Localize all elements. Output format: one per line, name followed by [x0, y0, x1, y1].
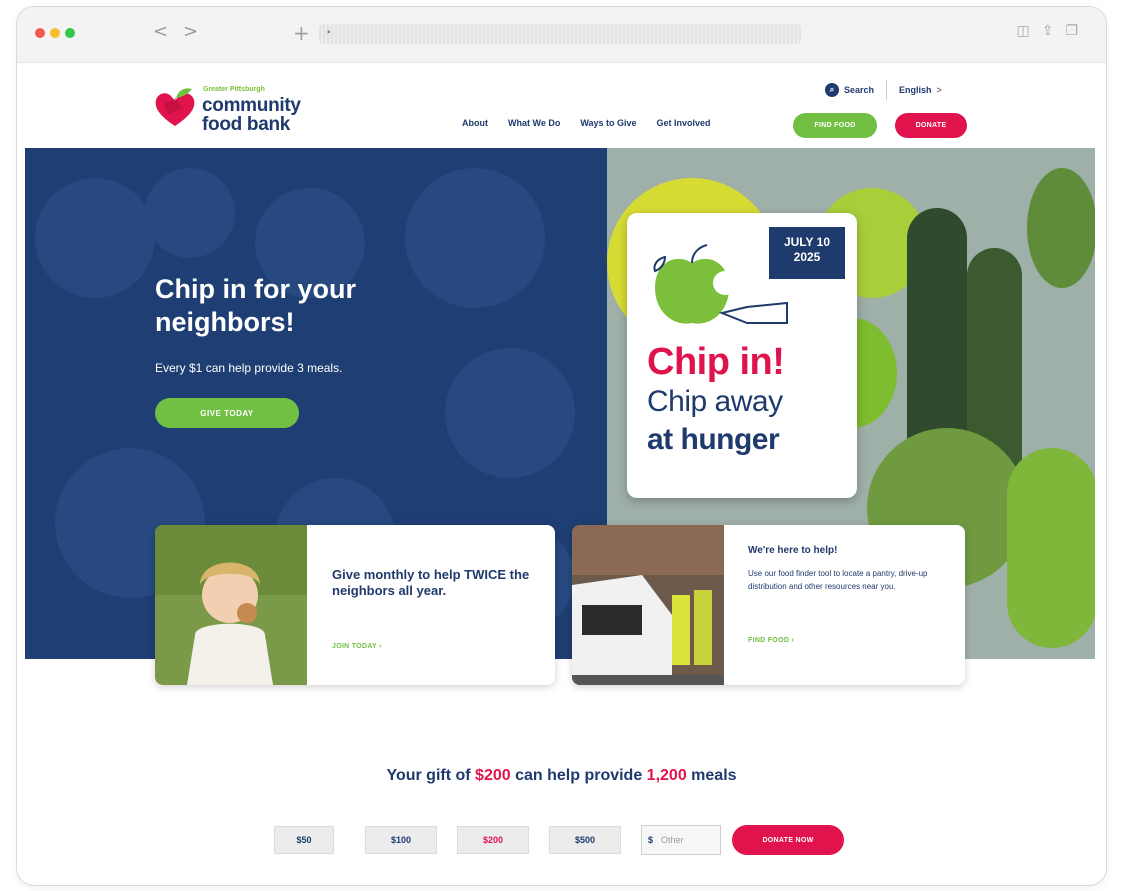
- hand-icon: [718, 301, 788, 324]
- close-window-button[interactable]: [35, 28, 45, 38]
- gift-meals: 1,200: [646, 767, 687, 784]
- tabs-icon[interactable]: ❐: [1065, 23, 1078, 39]
- gift-amount: $200: [475, 767, 511, 784]
- other-amount-placeholder: Other: [661, 835, 684, 845]
- join-today-link[interactable]: JOIN TODAY ›: [332, 643, 382, 650]
- currency-symbol: $: [648, 835, 654, 845]
- give-today-button[interactable]: GIVE TODAY: [155, 398, 299, 428]
- event-date-line-2: 2025: [793, 250, 821, 264]
- chevron-right-icon: >: [936, 85, 942, 95]
- share-icon[interactable]: ⇪: [1042, 23, 1054, 39]
- promo-headline: Chip in!: [647, 341, 785, 383]
- amount-100-button[interactable]: $100: [365, 826, 437, 854]
- card-text: Give monthly to help TWICE the neighbors…: [332, 567, 530, 598]
- food-finder-card: We're here to help! Use our food finder …: [572, 525, 965, 685]
- language-selector[interactable]: English: [899, 85, 932, 95]
- find-food-button[interactable]: FIND FOOD: [793, 113, 877, 138]
- main-nav: About What We Do Ways to Give Get Involv…: [462, 118, 731, 128]
- child-photo: [155, 525, 307, 685]
- new-tab-icon[interactable]: +: [293, 21, 310, 45]
- produce-shape: [445, 348, 575, 478]
- nav-about[interactable]: About: [462, 118, 488, 128]
- card-title: We're here to help!: [748, 545, 838, 556]
- event-date-badge: JULY 10 2025: [769, 227, 845, 279]
- event-date-line-1: JULY 10: [783, 235, 831, 249]
- distribution-photo: [572, 525, 724, 685]
- promo-line-3: at hunger: [647, 423, 780, 456]
- donate-button[interactable]: DONATE: [895, 113, 967, 138]
- find-food-link[interactable]: FIND FOOD ›: [748, 637, 794, 644]
- amount-500-button[interactable]: $500: [549, 826, 621, 854]
- browser-window: < > + ▪ ◫ ⇪ ❐ Greater Pittsburgh communi…: [16, 6, 1107, 886]
- logo-region: Greater Pittsburgh: [203, 86, 265, 93]
- heart-apple-logo-icon: [155, 88, 195, 126]
- sidebar-icon[interactable]: ◫: [1016, 23, 1029, 39]
- maximize-window-button[interactable]: [65, 28, 75, 38]
- card-description: Use our food finder tool to locate a pan…: [748, 569, 928, 591]
- logo-line-2: food bank: [202, 114, 291, 135]
- lock-icon: ▪: [327, 27, 331, 38]
- hero-title-line-2: neighbors!: [155, 307, 295, 337]
- nav-ways-to-give[interactable]: Ways to Give: [580, 118, 636, 128]
- gift-text-mid: can help provide: [510, 767, 647, 784]
- logo[interactable]: Greater Pittsburgh community food bank: [152, 78, 332, 138]
- produce-shape: [35, 178, 155, 298]
- nav-get-involved[interactable]: Get Involved: [657, 118, 711, 128]
- site-header: Greater Pittsburgh community food bank ⌕…: [17, 63, 1106, 153]
- promo-line-2: Chip away: [647, 385, 783, 418]
- search-icon[interactable]: ⌕: [825, 83, 839, 97]
- hero-title: Chip in for your neighbors!: [155, 273, 356, 339]
- gift-text-pre: Your gift of: [386, 767, 476, 784]
- pepper-shape: [1007, 448, 1095, 648]
- address-bar[interactable]: ▪: [319, 24, 801, 44]
- produce-shape: [405, 168, 545, 308]
- kale-shape: [1027, 168, 1095, 288]
- search-link[interactable]: Search: [844, 85, 874, 95]
- nav-what-we-do[interactable]: What We Do: [508, 118, 560, 128]
- hero-title-line-1: Chip in for your: [155, 274, 356, 304]
- gift-text-post: meals: [686, 767, 737, 784]
- promo-card: JULY 10 2025 Chip in! Chip away at hunge…: [627, 213, 857, 498]
- other-amount-input[interactable]: $ Other: [641, 825, 721, 855]
- utility-nav: ⌕ Search English >: [825, 80, 942, 100]
- monthly-giving-card: Give monthly to help TWICE the neighbors…: [155, 525, 555, 685]
- amount-50-button[interactable]: $50: [274, 826, 334, 854]
- browser-toolbar: < > + ▪ ◫ ⇪ ❐: [17, 7, 1106, 63]
- back-arrow-icon[interactable]: <: [153, 21, 168, 42]
- hero-subtitle: Every $1 can help provide 3 meals.: [155, 361, 343, 375]
- forward-arrow-icon[interactable]: >: [183, 21, 198, 42]
- minimize-window-button[interactable]: [50, 28, 60, 38]
- amount-200-button[interactable]: $200: [457, 826, 529, 854]
- donate-now-button[interactable]: DONATE NOW: [732, 825, 844, 855]
- produce-shape: [145, 168, 235, 258]
- divider: [886, 80, 888, 100]
- gift-impact-text: Your gift of $200 can help provide 1,200…: [0, 767, 1123, 785]
